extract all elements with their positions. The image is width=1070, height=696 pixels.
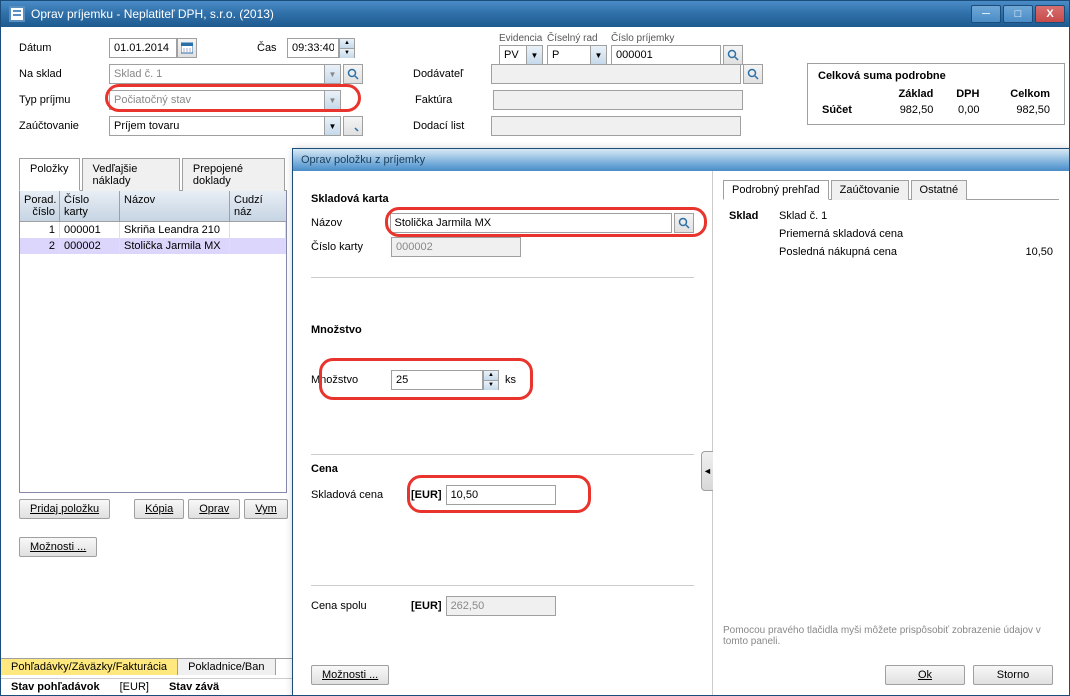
cas-label: Čas (257, 42, 287, 54)
posledna-value: 10,50 (1025, 246, 1053, 258)
moznosti-button[interactable]: Možnosti ... (19, 537, 97, 557)
search-icon[interactable] (743, 64, 763, 84)
maximize-button[interactable]: □ (1003, 5, 1033, 23)
cenaspolu-label: Cena spolu (311, 600, 411, 612)
col-nazov[interactable]: Názov (120, 191, 230, 221)
search-icon[interactable] (343, 116, 363, 136)
sub-titlebar: Oprav položku z príjemky (293, 149, 1069, 171)
col-porad[interactable]: Porad. číslo (20, 191, 60, 221)
cisloprijemky-label: Číslo príjemky (611, 33, 743, 44)
col-cislokarty[interactable]: Číslo karty (60, 191, 120, 221)
search-icon[interactable] (674, 213, 694, 233)
stav-pohladavok: Stav pohľadávok (11, 681, 100, 693)
zauctovanie-label: Zaúčtovanie (19, 120, 109, 132)
hint-text: Pomocou pravého tlačidla myši môžete pri… (723, 625, 1059, 647)
datum-label: Dátum (19, 42, 109, 54)
dodavatel-input[interactable] (491, 64, 741, 84)
evidencia-combo[interactable]: PV▼ (499, 45, 543, 65)
chevron-down-icon: ▼ (526, 46, 542, 64)
cislokarty-label: Číslo karty (311, 241, 391, 253)
oprav-button[interactable]: Oprav (188, 499, 240, 519)
typprijmu-label: Typ príjmu (19, 94, 109, 106)
ciselnyrad-label: Číselný rad (547, 33, 607, 44)
cena-title: Cena (311, 463, 694, 475)
mnozstvo-input[interactable] (391, 370, 483, 390)
skladkarta-title: Skladová karta (311, 193, 694, 205)
nazov-input[interactable] (390, 213, 673, 233)
sklad-label: Sklad (729, 210, 779, 222)
zauctovanie-combo[interactable]: Príjem tovaru▼ (109, 116, 341, 136)
tab-prepojene[interactable]: Prepojené doklady (182, 158, 285, 191)
bottom-tab-pohladavky[interactable]: Pohľadávky/Záväzky/Fakturácia (1, 659, 178, 675)
ciselnyrad-combo[interactable]: P▼ (547, 45, 607, 65)
cenaspolu-input (446, 596, 556, 616)
stav-zava: Stav závä (169, 681, 219, 693)
minimize-button[interactable]: ─ (971, 5, 1001, 23)
typprijmu-combo[interactable]: Počiatočný stav▼ (109, 90, 341, 110)
table-row[interactable]: 2 000002 Stolička Jarmila MX (20, 238, 286, 254)
chevron-down-icon: ▼ (590, 46, 606, 64)
unit-label: ks (505, 374, 516, 386)
tab-polozky[interactable]: Položky (19, 158, 80, 191)
currency-label: [EUR] (411, 489, 442, 501)
sub-moznosti-button[interactable]: Možnosti ... (311, 665, 389, 685)
titlebar: Oprav príjemku - Neplatiteľ DPH, s.r.o. … (1, 1, 1069, 27)
calendar-icon[interactable] (177, 38, 197, 58)
datum-input[interactable] (109, 38, 177, 58)
evidencia-group: Evidencia PV▼ Číselný rad P▼ Číslo príje… (499, 33, 743, 65)
ok-button[interactable]: Ok (885, 665, 965, 685)
chevron-down-icon: ▼ (324, 91, 340, 109)
subtab-zauctovanie[interactable]: Zaúčtovanie (831, 180, 909, 200)
evidencia-label: Evidencia (499, 33, 543, 44)
cislokarty-input (391, 237, 521, 257)
col-cudzi[interactable]: Cudzí náz (230, 191, 286, 221)
dodacilist-label: Dodací list (413, 120, 491, 132)
nasklad-combo[interactable]: Sklad č. 1▼ (109, 64, 341, 84)
subtab-prehlad[interactable]: Podrobný prehľad (723, 180, 829, 200)
storno-button[interactable]: Storno (973, 665, 1053, 685)
tab-vedlajsie[interactable]: Vedľajšie náklady (82, 158, 180, 191)
main-tabs: Položky Vedľajšie náklady Prepojené dokl… (19, 157, 287, 191)
mnozstvo-title: Množstvo (311, 324, 694, 336)
pridaj-button[interactable]: Pridaj položku (19, 499, 110, 519)
chevron-down-icon: ▼ (324, 65, 340, 83)
dodavatel-label: Dodávateľ (413, 68, 491, 80)
sklad-value: Sklad č. 1 (779, 210, 827, 222)
time-spinner[interactable]: ▲▼ (339, 38, 355, 58)
window-title: Oprav príjemku - Neplatiteľ DPH, s.r.o. … (31, 7, 971, 21)
search-icon[interactable] (343, 64, 363, 84)
collapse-handle[interactable]: ◄ (701, 451, 713, 491)
faktura-label: Faktúra (415, 94, 493, 106)
summary-title: Celková suma podrobne (818, 70, 1054, 82)
nazov-label: Názov (311, 217, 390, 229)
dodacilist-input[interactable] (491, 116, 741, 136)
bottom-tab-pokladnice[interactable]: Pokladnice/Ban (178, 659, 275, 675)
kopia-button[interactable]: Kópia (134, 499, 184, 519)
chevron-down-icon: ▼ (324, 117, 340, 135)
currency-label: [EUR] (411, 600, 442, 612)
posledna-label: Posledná nákupná cena (779, 246, 945, 258)
priemerna-label: Priemerná skladová cena (779, 228, 903, 240)
table-row[interactable]: 1 000001 Skriňa Leandra 210 (20, 222, 286, 238)
skladcena-label: Skladová cena (311, 489, 411, 501)
app-icon (9, 6, 25, 22)
skladcena-input[interactable] (446, 485, 556, 505)
mnozstvo-spinner[interactable]: ▲▼ (483, 370, 499, 390)
nasklad-label: Na sklad (19, 68, 109, 80)
grid-polozky: Porad. číslo Číslo karty Názov Cudzí náz… (19, 191, 287, 493)
subtab-ostatne[interactable]: Ostatné (911, 180, 968, 200)
vymaz-button[interactable]: Vym (244, 499, 288, 519)
mnozstvo-label: Množstvo (311, 374, 391, 386)
search-icon[interactable] (723, 45, 743, 65)
close-button[interactable]: X (1035, 5, 1065, 23)
cisloprijemky-input[interactable] (611, 45, 721, 65)
faktura-input[interactable] (493, 90, 743, 110)
sub-dialog: Oprav položku z príjemky Skladová karta … (292, 148, 1070, 696)
cas-input[interactable] (287, 38, 339, 58)
